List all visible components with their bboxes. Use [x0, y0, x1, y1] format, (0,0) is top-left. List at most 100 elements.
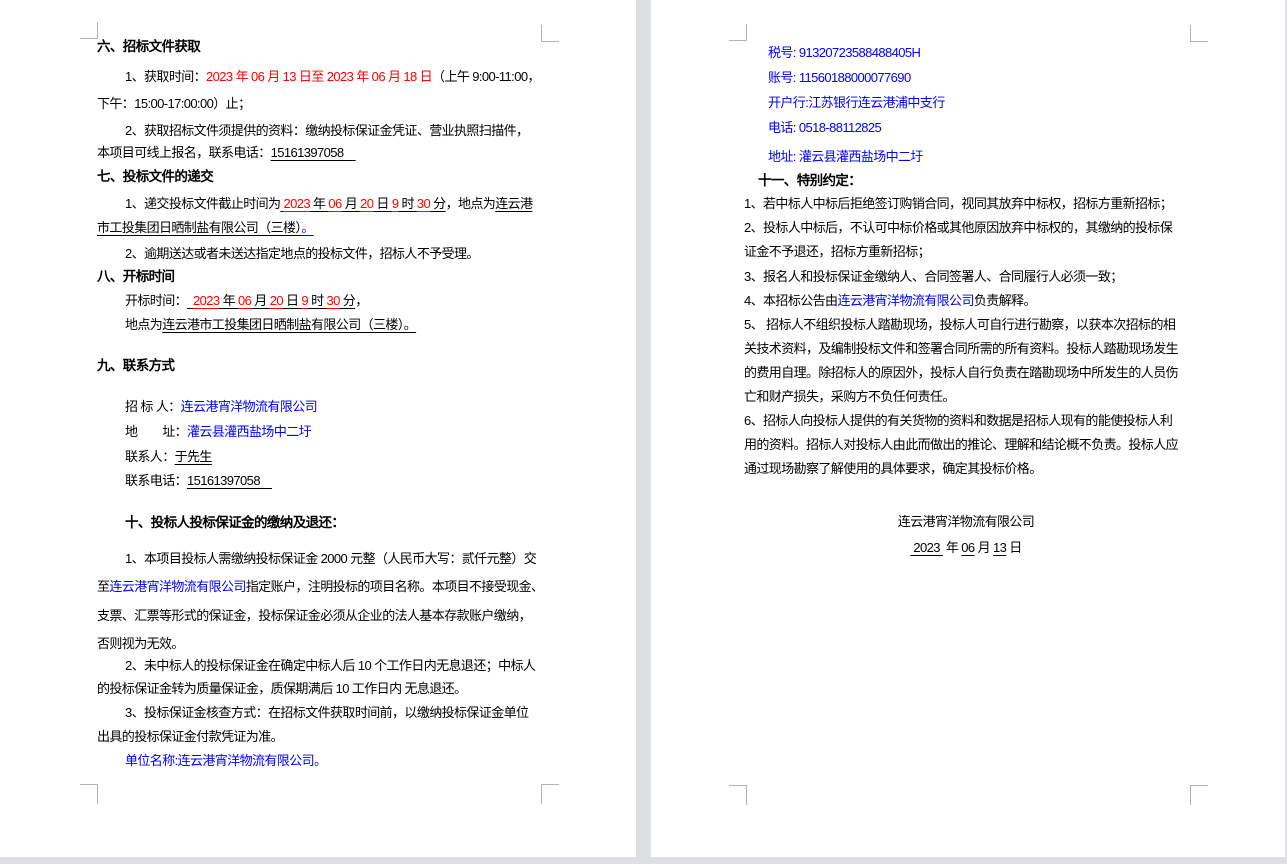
- text-segment: 负责解释。: [974, 293, 1036, 308]
- text-segment: 联系电话：: [125, 473, 187, 488]
- text-segment: 八、开标时间: [97, 269, 174, 284]
- text-segment: 证金不予退还，招标方重新招标；: [744, 244, 930, 259]
- text-segment: 时: [398, 196, 416, 211]
- text-segment: 1、获取时间：: [125, 69, 206, 84]
- text-segment: 地 址：: [125, 424, 187, 439]
- text-segment: 06: [961, 540, 974, 555]
- text-line: 1、获取时间：2023 年 06 月 13 日至 2023 年 06 月 18 …: [125, 66, 540, 88]
- text-segment: 连云港宵洋物流有限公司: [837, 293, 973, 308]
- text-line: 2、投标人中标后，不认可中标价格或其他原因放弃中标权的，其缴纳的投标保: [744, 217, 1172, 239]
- text-line: 地 址：灌云县灌西盐场中二圩: [125, 421, 311, 443]
- margin-mark-top-right-icon: [541, 25, 559, 42]
- text-segment: 5、 招标人不组织投标人踏勘现场，投标人可自行进行勘察，以获本次招标的相: [744, 317, 1175, 332]
- text-segment: 06: [328, 196, 341, 211]
- document-page-1[interactable]: 六、招标文件获取1、获取时间：2023 年 06 月 13 日至 2023 年 …: [0, 0, 636, 857]
- text-line: 连云港宵洋物流有限公司: [744, 511, 1188, 533]
- text-segment: 十、投标人投标保证金的缴纳及退还：: [125, 515, 344, 530]
- text-line: 税号: 91320723588488405H: [768, 42, 920, 64]
- section-heading: 十一、特别约定：: [758, 170, 861, 192]
- text-segment: 单位名称:连云港宵洋物流有限公司。: [125, 753, 326, 768]
- text-segment: 4、本招标公告由: [744, 293, 837, 308]
- text-segment: 的投标保证金转为质量保证金，质保期满后 10 工作日内 无息退还。: [97, 681, 467, 696]
- text-line: 招 标 人：连云港宵洋物流有限公司: [125, 396, 317, 418]
- text-segment: 联系人：: [125, 449, 175, 464]
- text-segment: 1、若中标人中标后拒绝签订购销合同，视同其放弃中标权，招标方重新招标；: [744, 196, 1172, 211]
- text-segment: 15161397058: [187, 473, 272, 488]
- text-segment: 30: [327, 293, 340, 308]
- text-line: 4、本招标公告由连云港宵洋物流有限公司负责解释。: [744, 290, 1036, 312]
- text-segment: 20: [270, 293, 283, 308]
- section-heading: 七、投标文件的递交: [97, 166, 213, 188]
- text-segment: 月: [342, 196, 360, 211]
- document-page-2[interactable]: 税号: 91320723588488405H 账号: 11560188000077…: [651, 0, 1285, 857]
- text-line: 账号: 11560188000077690: [768, 67, 911, 89]
- text-line: 2023 年 06 月 13 日: [744, 537, 1188, 559]
- text-segment: 地点为: [125, 317, 162, 332]
- text-segment: 年: [943, 540, 961, 555]
- text-line: 3、报名人和投标保证金缴纳人、合同签署人、合同履行人必须一致；: [744, 266, 1123, 288]
- text-line: 地点为连云港市工投集团日晒制盐有限公司（三楼）。: [125, 314, 416, 336]
- text-segment: 1、本项目投标人需缴纳投标保证金 2000 元整（人民币大写：贰仟元整）交: [125, 551, 536, 566]
- text-segment: 至: [97, 579, 109, 594]
- text-segment: 2、未中标人的投标保证金在确定中标人后 10 个工作日内无息退还；中标人: [125, 658, 535, 673]
- text-segment: 2、逾期送达或者未送达指定地点的投标文件，招标人不予受理。: [125, 246, 479, 261]
- text-segment: 地址: 灌云县灌西盐场中二圩: [768, 149, 923, 164]
- text-segment: 的费用自理。除招标人的原因外，投标人自行负责在踏勘现场中所发生的人员伤: [744, 365, 1178, 380]
- text-line: 1、本项目投标人需缴纳投标保证金 2000 元整（人民币大写：贰仟元整）交: [125, 548, 536, 570]
- text-line: 地址: 灌云县灌西盐场中二圩: [768, 146, 923, 168]
- text-segment: 13: [993, 540, 1006, 555]
- text-segment: 开户行:江苏银行连云港浦中支行: [768, 95, 945, 110]
- text-segment: 日: [283, 293, 301, 308]
- text-segment: 账号: 11560188000077690: [768, 70, 911, 85]
- text-line: 电话: 0518-88112825: [768, 117, 881, 139]
- text-segment: 亡和财产损失，采购方不负任何责任。: [744, 389, 955, 404]
- text-segment: 税号: 91320723588488405H: [768, 45, 920, 60]
- text-segment: 2、投标人中标后，不认可中标价格或其他原因放弃中标权的，其缴纳的投标保: [744, 220, 1172, 235]
- text-segment: 2023 年 06 月 13 日至 2023 年 06 月 18 日: [206, 69, 432, 84]
- text-segment: 日: [373, 196, 391, 211]
- text-line: 本项目可线上报名，联系电话：15161397058: [97, 142, 356, 164]
- section-heading: 九、联系方式: [97, 355, 174, 377]
- text-line: 通过现场勘察了解使用的具体要求，确定其投标价格。: [744, 458, 1042, 480]
- text-segment: 指定账户，注明投标的项目名称。本项目不接受现金、: [246, 579, 544, 594]
- text-line: 证金不予退还，招标方重新招标；: [744, 241, 930, 263]
- text-line: 开户行:江苏银行连云港浦中支行: [768, 92, 945, 114]
- text-line: 关技术资料，及编制投标文件和签署合同所需的所有资料。投标人踏勘现场发生: [744, 338, 1178, 360]
- text-segment: 1、递交投标文件截止时间为: [125, 196, 280, 211]
- text-segment: 年: [220, 293, 238, 308]
- text-segment: 06: [238, 293, 251, 308]
- section-heading: 八、开标时间: [97, 266, 174, 288]
- text-segment: 日: [1006, 540, 1021, 555]
- document-canvas: { "colors": { "red": "#ff0000", "blue": …: [0, 0, 1287, 864]
- text-line: 单位名称:连云港宵洋物流有限公司。: [125, 750, 326, 772]
- margin-mark-top-right-icon: [1190, 25, 1208, 42]
- text-segment: 时: [308, 293, 326, 308]
- text-segment: 分: [430, 196, 445, 211]
- text-segment: 九、联系方式: [97, 358, 174, 373]
- text-segment: 6、招标人向投标人提供的有关货物的资料和数据是招标人现有的能使投标人利: [744, 413, 1172, 428]
- text-line: 出具的投标保证金付款凭证为准。: [97, 726, 283, 748]
- text-segment: 出具的投标保证金付款凭证为准。: [97, 729, 283, 744]
- text-segment: 20: [360, 196, 373, 211]
- text-segment: 3、报名人和投标保证金缴纳人、合同签署人、合同履行人必须一致；: [744, 269, 1123, 284]
- text-segment: 本项目可线上报名，联系电话：: [97, 145, 271, 160]
- text-line: 市工投集团日晒制盐有限公司（三楼）。: [97, 217, 314, 239]
- text-segment: 连云港宵洋物流有限公司: [109, 579, 245, 594]
- text-segment: 月: [251, 293, 269, 308]
- text-line: 1、若中标人中标后拒绝签订购销合同，视同其放弃中标权，招标方重新招标；: [744, 193, 1172, 215]
- text-line: 2、逾期送达或者未送达指定地点的投标文件，招标人不予受理。: [125, 243, 479, 265]
- text-segment: 开标时间：: [125, 293, 187, 308]
- text-segment: ，地点为: [446, 196, 496, 211]
- text-segment: 3、投标保证金核查方式：在招标文件获取时间前，以缴纳投标保证金单位: [125, 705, 528, 720]
- text-segment: 15161397058: [271, 145, 356, 160]
- text-line: 至连云港宵洋物流有限公司指定账户，注明投标的项目名称。本项目不接受现金、: [97, 576, 543, 598]
- text-segment: 关技术资料，及编制投标文件和签署合同所需的所有资料。投标人踏勘现场发生: [744, 341, 1178, 356]
- text-segment: 分: [340, 293, 355, 308]
- text-segment: 连云港宵洋物流有限公司: [181, 399, 317, 414]
- text-segment: 支票、汇票等形式的保证金，投标保证金必须从企业的法人基本存款账户缴纳，: [97, 608, 531, 623]
- text-line: 的费用自理。除招标人的原因外，投标人自行负责在踏勘现场中所发生的人员伤: [744, 362, 1178, 384]
- text-segment: 连云港市工投集团日晒制盐有限公司（三楼）。: [162, 317, 416, 332]
- text-segment: 灌云县灌西盐场中二圩: [187, 424, 311, 439]
- text-line: 支票、汇票等形式的保证金，投标保证金必须从企业的法人基本存款账户缴纳，: [97, 605, 531, 627]
- margin-mark-top-left-icon: [80, 22, 98, 39]
